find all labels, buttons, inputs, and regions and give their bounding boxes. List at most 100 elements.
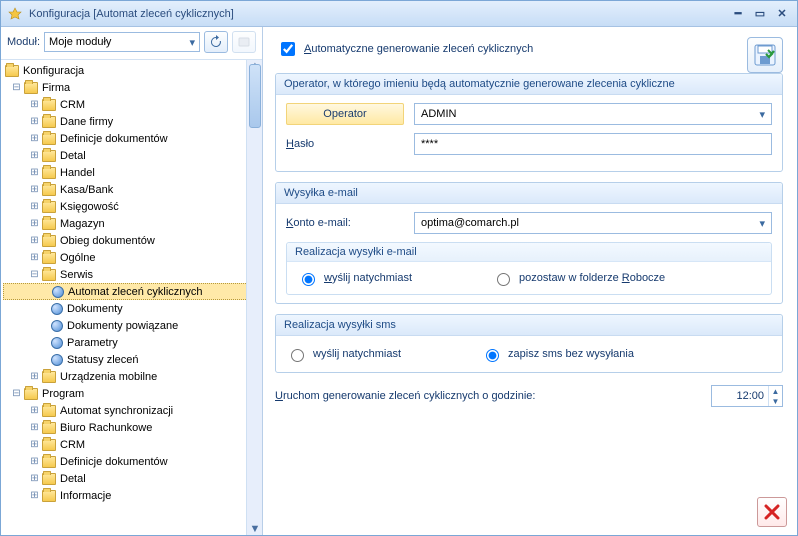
tree-node[interactable]: ⊞Definicje dokumentów <box>3 453 262 470</box>
globe-icon <box>51 320 63 332</box>
collapse-icon[interactable]: ⊟ <box>11 388 22 399</box>
folder-icon <box>42 235 56 247</box>
tree-node[interactable]: ⊞Księgowość <box>3 198 262 215</box>
tree-node[interactable]: ⊞ Magazyn <box>3 215 262 232</box>
tree-label: Parametry <box>67 337 118 349</box>
tree-node[interactable]: ⊞ Informacje <box>3 487 262 504</box>
tree-node[interactable]: ⊞ Urządzenia mobilne <box>3 368 262 385</box>
run-time-value: 12:00 <box>712 390 768 402</box>
tree-label: Urządzenia mobilne <box>60 371 157 383</box>
tree-node[interactable]: ⊞ Obieg dokumentów <box>3 232 262 249</box>
tree-node-konfiguracja[interactable]: Konfiguracja <box>3 62 262 79</box>
tree-label: Serwis <box>60 269 93 281</box>
tree-label: Informacje <box>60 490 111 502</box>
close-window-button[interactable]: ✕ <box>773 6 791 22</box>
expand-icon[interactable]: ⊞ <box>29 116 40 127</box>
expand-icon[interactable]: ⊞ <box>29 371 40 382</box>
run-time-spinner[interactable]: 12:00 ▲ ▼ <box>711 385 783 407</box>
tree-node[interactable]: ⊞CRM <box>3 96 262 113</box>
scroll-thumb[interactable] <box>249 64 261 128</box>
save-button[interactable] <box>747 37 783 73</box>
tree-node-firma[interactable]: ⊟ Firma <box>3 79 262 96</box>
tree-node[interactable]: ⊞Ogólne <box>3 249 262 266</box>
tree-node-automat-zlecen[interactable]: Automat zleceń cyklicznych <box>3 283 262 300</box>
password-field[interactable]: **** <box>414 133 772 155</box>
sidebar: Moduł: Moje moduły ▾ <box>1 27 263 535</box>
tree-node-serwis[interactable]: ⊟ Serwis <box>3 266 262 283</box>
tree-label: Magazyn <box>60 218 105 230</box>
tree-node[interactable]: Parametry <box>3 334 262 351</box>
tree-label: Konfiguracja <box>23 65 84 77</box>
expand-icon[interactable]: ⊞ <box>29 405 40 416</box>
expand-icon[interactable]: ⊞ <box>29 473 40 484</box>
operator-combo[interactable]: ADMIN ▾ <box>414 103 772 125</box>
refresh-module-button[interactable] <box>204 31 228 53</box>
expand-icon[interactable]: ⊞ <box>29 439 40 450</box>
expand-icon[interactable]: ⊞ <box>29 201 40 212</box>
sms-radio-save[interactable]: zapisz sms bez wysyłania <box>481 346 634 362</box>
spinner-down-icon[interactable]: ▼ <box>769 396 782 406</box>
tree-node-program[interactable]: ⊟ Program <box>3 385 262 402</box>
tree-label: Dane firmy <box>60 116 113 128</box>
module-select[interactable]: Moje moduły ▾ <box>44 32 200 52</box>
expand-icon[interactable]: ⊞ <box>29 490 40 501</box>
operator-button[interactable]: Operator <box>286 103 404 125</box>
email-radio-drafts[interactable]: pozostaw w folderze Robocze <box>492 270 665 286</box>
tree-node[interactable]: ⊞ Dane firmy <box>3 113 262 130</box>
tree-node[interactable]: Dokumenty powiązane <box>3 317 262 334</box>
email-delivery-legend: Realizacja wysyłki e-mail <box>287 243 771 262</box>
expand-icon[interactable]: ⊞ <box>29 422 40 433</box>
folder-icon <box>42 218 56 230</box>
folder-icon <box>42 167 56 179</box>
email-account-label: Konto e-mail: <box>286 217 404 229</box>
tree-node[interactable]: ⊞CRM <box>3 436 262 453</box>
tree-node[interactable]: ⊞Definicje dokumentów <box>3 130 262 147</box>
expand-icon[interactable]: ⊞ <box>29 252 40 263</box>
tree-node[interactable]: ⊞Detal <box>3 147 262 164</box>
expand-icon[interactable]: ⊞ <box>29 133 40 144</box>
email-radio-send-now[interactable]: wyślij natychmiast <box>297 270 412 286</box>
tree-label: Obieg dokumentów <box>60 235 155 247</box>
collapse-icon[interactable]: ⊟ <box>11 82 22 93</box>
expand-icon[interactable]: ⊞ <box>29 167 40 178</box>
expand-icon[interactable]: ⊞ <box>29 218 40 229</box>
collapse-icon[interactable]: ⊟ <box>29 269 40 280</box>
tree-node[interactable]: ⊞Detal <box>3 470 262 487</box>
tree-scrollbar[interactable]: ▲ ▼ <box>246 60 262 535</box>
folder-icon <box>42 252 56 264</box>
autogen-checkbox-row[interactable]: AAutomatyczne generowanie zleceń cyklicz… <box>275 37 739 67</box>
tree-node[interactable]: ⊞ Kasa/Bank <box>3 181 262 198</box>
spinner-up-icon[interactable]: ▲ <box>769 386 782 396</box>
email-account-combo[interactable]: optima@comarch.pl ▾ <box>414 212 772 234</box>
tree-label: Kasa/Bank <box>60 184 113 196</box>
sms-opt2-label: zapisz sms bez wysyłania <box>508 348 634 360</box>
tree-label: Dokumenty powiązane <box>67 320 178 332</box>
operator-group: Operator, w którego imieniu będą automat… <box>275 73 783 172</box>
email-delivery-subgroup: Realizacja wysyłki e-mail wyślij natychm… <box>286 242 772 295</box>
operator-legend: Operator, w którego imieniu będą automat… <box>276 74 782 95</box>
minimize-button[interactable]: ━ <box>729 6 747 22</box>
expand-icon[interactable]: ⊞ <box>29 150 40 161</box>
expand-icon[interactable]: ⊞ <box>29 456 40 467</box>
expand-icon[interactable]: ⊞ <box>29 235 40 246</box>
config-tree[interactable]: Konfiguracja ⊟ Firma <box>1 60 262 535</box>
globe-icon <box>51 303 63 315</box>
cancel-button[interactable] <box>757 497 787 527</box>
tree-label: Firma <box>42 82 70 94</box>
scroll-down-icon[interactable]: ▼ <box>249 523 261 535</box>
maximize-button[interactable]: ▭ <box>751 6 769 22</box>
tree-node[interactable]: Statusy zleceń <box>3 351 262 368</box>
folder-icon <box>42 371 56 383</box>
folder-icon <box>42 184 56 196</box>
tree-node[interactable]: ⊞Biuro Rachunkowe <box>3 419 262 436</box>
expand-icon[interactable]: ⊞ <box>29 184 40 195</box>
tree-node[interactable]: ⊞Automat synchronizacji <box>3 402 262 419</box>
password-value: **** <box>421 138 438 150</box>
autogen-checkbox[interactable] <box>281 42 295 56</box>
sms-radio-send-now[interactable]: wyślij natychmiast <box>286 346 401 362</box>
tree-node[interactable]: Dokumenty <box>3 300 262 317</box>
tree-label: Program <box>42 388 84 400</box>
operator-button-label: Operator <box>323 108 366 120</box>
expand-icon[interactable]: ⊞ <box>29 99 40 110</box>
tree-node[interactable]: ⊞Handel <box>3 164 262 181</box>
